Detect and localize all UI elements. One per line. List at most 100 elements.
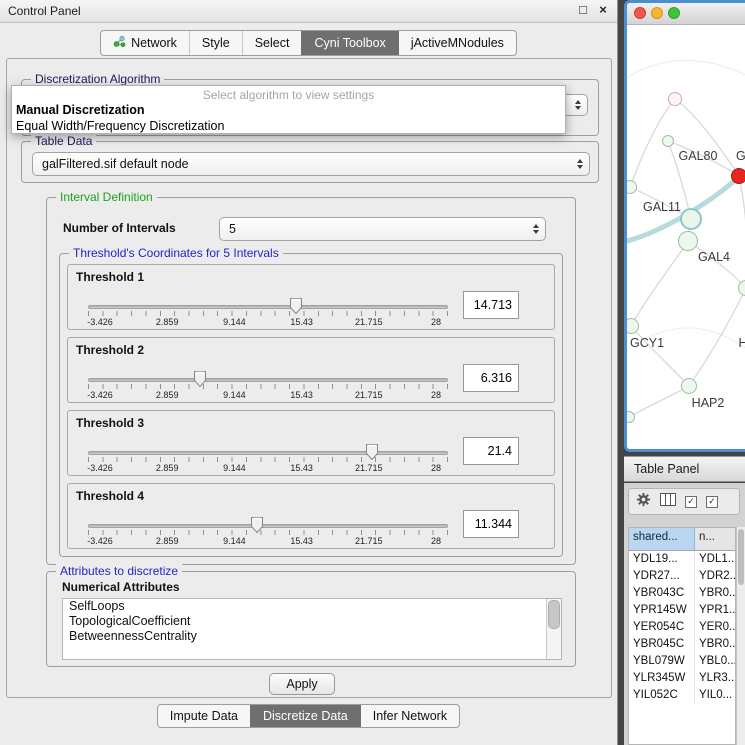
table-panel-header: Table Panel [624, 456, 745, 482]
network-canvas[interactable]: GAL80GAGAL11GAL4GCY1HHAP2 [627, 25, 745, 449]
node-label: GCY1 [630, 336, 664, 350]
table-cell-name[interactable]: YIL0... [695, 687, 735, 704]
table-cell-name[interactable]: YBR0... [695, 636, 735, 653]
tab-cyni-toolbox[interactable]: Cyni Toolbox [301, 31, 397, 55]
table-row[interactable]: YLR345WYLR3... [629, 670, 735, 687]
node-label: GAL11 [643, 200, 681, 214]
checkbox-icon-2[interactable]: ✓ [706, 496, 718, 508]
table-cell-shared-name[interactable]: YER054C [629, 619, 695, 636]
minimize-traffic-light-icon[interactable] [651, 7, 663, 19]
slider-track[interactable] [88, 451, 448, 455]
table-cell-shared-name[interactable]: YIL052C [629, 687, 695, 704]
attribute-list-item[interactable]: TopologicalCoefficient [63, 614, 561, 629]
slider-thumb-icon[interactable] [289, 297, 303, 315]
popup-option-manual-discretization[interactable]: Manual Discretization [12, 102, 565, 118]
column-chooser-icon[interactable] [660, 493, 676, 511]
tab-network[interactable]: Network [101, 31, 189, 55]
scale-tick-label: 21.715 [355, 317, 383, 327]
threshold-slider[interactable]: -3.4262.8599.14415.4321.71528 [88, 370, 448, 402]
threshold-value-field[interactable]: 21.4 [463, 437, 519, 465]
slider-thumb-icon[interactable] [250, 516, 264, 534]
scale-tick-label: 21.715 [355, 463, 383, 473]
table-cell-name[interactable]: YDR2... [695, 568, 735, 585]
scale-tick-label: 9.144 [223, 536, 246, 546]
table-cell-shared-name[interactable]: YDL19... [629, 551, 695, 568]
table-cell-shared-name[interactable]: YBR043C [629, 585, 695, 602]
apply-button[interactable]: Apply [269, 673, 335, 695]
table-row[interactable]: YBL079WYBL0... [629, 653, 735, 670]
scale-tick-label: 15.43 [290, 536, 313, 546]
gear-icon[interactable] [636, 492, 651, 512]
table-row[interactable]: YDR27...YDR2... [629, 568, 735, 585]
threshold-slider[interactable]: -3.4262.8599.14415.4321.71528 [88, 297, 448, 329]
table-cell-shared-name[interactable]: YBL079W [629, 653, 695, 670]
table-data-dropdown[interactable]: galFiltered.sif default node [32, 152, 590, 176]
tab-discretize-data[interactable]: Discretize Data [250, 705, 360, 727]
slider-track[interactable] [88, 305, 448, 309]
threshold-value-field[interactable]: 14.713 [463, 291, 519, 319]
tab-impute-data[interactable]: Impute Data [158, 705, 250, 727]
checkbox-icon-1[interactable]: ✓ [685, 496, 697, 508]
list-scrollbar[interactable] [546, 599, 561, 659]
combo-arrows-icon[interactable] [577, 159, 583, 169]
network-view-window[interactable]: GAL80GAGAL11GAL4GCY1HHAP2 [624, 0, 745, 452]
threshold-slider[interactable]: -3.4262.8599.14415.4321.71528 [88, 443, 448, 475]
network-node[interactable] [731, 168, 745, 184]
network-node[interactable] [678, 231, 698, 251]
table-cell-shared-name[interactable]: YBR045C [629, 636, 695, 653]
table-cell-name[interactable]: YLR3... [695, 670, 735, 687]
attributes-list[interactable]: SelfLoopsTopologicalCoefficientBetweenne… [62, 598, 562, 660]
table-cell-name[interactable]: YBL0... [695, 653, 735, 670]
threshold-value-field[interactable]: 11.344 [463, 510, 519, 538]
tab-style[interactable]: Style [189, 31, 242, 55]
table-cell-name[interactable]: YPR1... [695, 602, 735, 619]
combo-arrows-icon[interactable] [575, 100, 581, 110]
table-rows: YDL19...YDL1...YDR27...YDR2...YBR043CYBR… [629, 551, 735, 704]
network-node[interactable] [668, 92, 682, 106]
table-cell-shared-name[interactable]: YPR145W [629, 602, 695, 619]
column-header-name[interactable]: n... [695, 528, 735, 550]
control-panel-titlebar[interactable]: Control Panel □ × [0, 0, 617, 23]
table-cell-shared-name[interactable]: YLR345W [629, 670, 695, 687]
tab-jactivemnodules[interactable]: jActiveMNodules [398, 31, 516, 55]
table-row[interactable]: YBR045CYBR0... [629, 636, 735, 653]
table-cell-name[interactable]: YER0... [695, 619, 735, 636]
network-node[interactable] [680, 208, 702, 230]
threshold-slider[interactable]: -3.4262.8599.14415.4321.71528 [88, 516, 448, 548]
table-row[interactable]: YPR145WYPR1... [629, 602, 735, 619]
tab-select[interactable]: Select [242, 31, 302, 55]
zoom-traffic-light-icon[interactable] [668, 7, 680, 19]
scale-tick-label: 2.859 [156, 536, 179, 546]
network-node[interactable] [681, 378, 697, 394]
tab-infer-network[interactable]: Infer Network [360, 705, 459, 727]
table-row[interactable]: YIL052CYIL0... [629, 687, 735, 704]
slider-ticks [88, 384, 448, 389]
close-traffic-light-icon[interactable] [634, 7, 646, 19]
table-cell-name[interactable]: YDL1... [695, 551, 735, 568]
attribute-list-item[interactable]: BetweennessCentrality [63, 629, 561, 644]
spinner-arrows-icon[interactable] [533, 224, 539, 234]
threshold-value-field[interactable]: 6.316 [463, 364, 519, 392]
table-scroll-thumb[interactable] [738, 529, 744, 585]
slider-track[interactable] [88, 378, 448, 382]
threshold-label: Threshold 4 [76, 489, 144, 503]
control-panel-window: Control Panel □ × Network Style Select [0, 0, 618, 745]
network-node[interactable] [662, 135, 674, 147]
table-row[interactable]: YDL19...YDL1... [629, 551, 735, 568]
column-header-shared-name[interactable]: shared... [629, 528, 695, 550]
table-row[interactable]: YER054CYER0... [629, 619, 735, 636]
network-window-titlebar[interactable] [627, 3, 745, 25]
list-scroll-thumb[interactable] [548, 600, 560, 629]
attribute-list-item[interactable]: SelfLoops [63, 599, 561, 614]
float-window-icon[interactable]: □ [575, 2, 591, 17]
slider-thumb-icon[interactable] [365, 443, 379, 461]
table-scrollbar[interactable] [736, 527, 745, 745]
table-row[interactable]: YBR043CYBR0... [629, 585, 735, 602]
slider-track[interactable] [88, 524, 448, 528]
slider-thumb-icon[interactable] [193, 370, 207, 388]
popup-option-equal-width-frequency[interactable]: Equal Width/Frequency Discretization [12, 118, 565, 134]
table-cell-shared-name[interactable]: YDR27... [629, 568, 695, 585]
number-of-intervals-spinner[interactable]: 5 [219, 217, 546, 241]
close-icon[interactable]: × [595, 2, 611, 17]
table-cell-name[interactable]: YBR0... [695, 585, 735, 602]
